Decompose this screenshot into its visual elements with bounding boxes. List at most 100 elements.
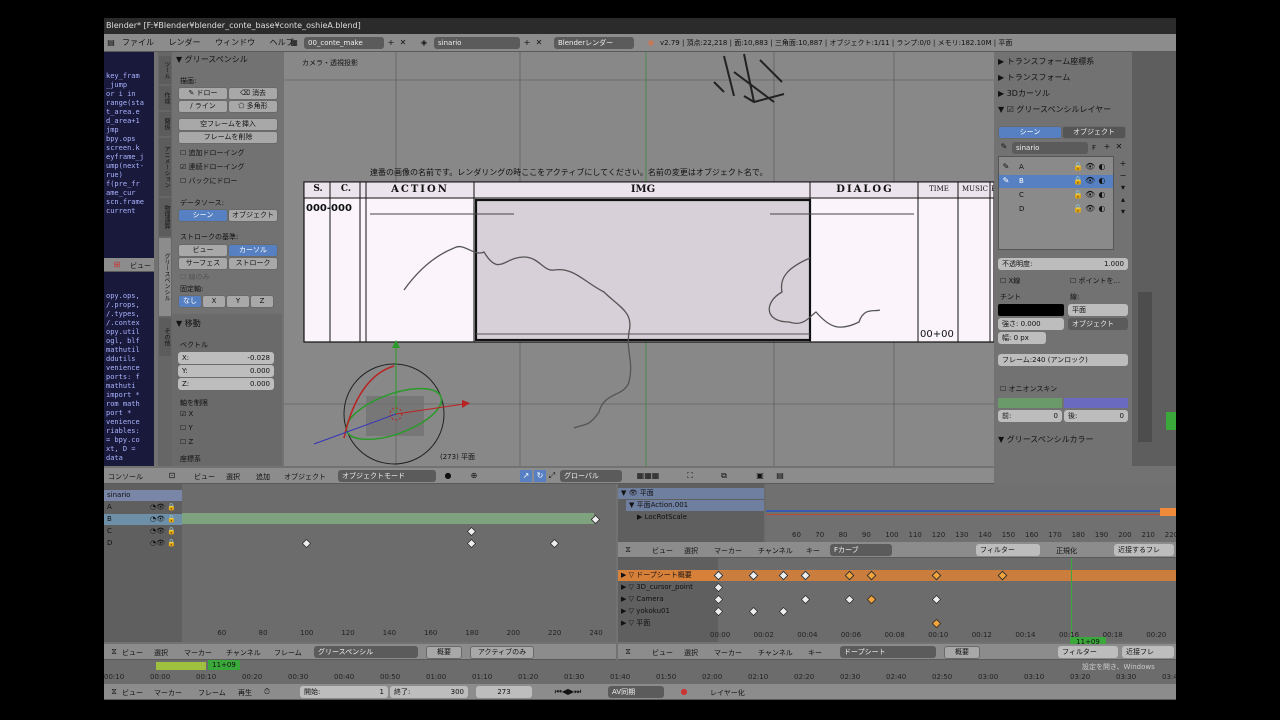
tint-strength-field[interactable]: 強さ: 0.000 bbox=[998, 318, 1064, 330]
timeline-current-badge[interactable]: 11+09 bbox=[208, 660, 240, 670]
console-tab[interactable]: コンソール bbox=[108, 472, 143, 482]
menu-render[interactable]: レンダー bbox=[163, 36, 207, 50]
gp-menu-view[interactable]: ビュー bbox=[122, 648, 143, 658]
graph-channel-locrot[interactable]: ▶ LocRotScale bbox=[634, 512, 764, 523]
gp-menu-marker[interactable]: マーカー bbox=[184, 648, 212, 658]
placement-surface-button[interactable]: サーフェス bbox=[178, 257, 228, 270]
gp-dopesheet-editor-icon[interactable]: ⧖ bbox=[108, 646, 120, 658]
transform-coords-header[interactable]: ▶ トランスフォーム座標系 bbox=[998, 56, 1094, 67]
render-preview-icon[interactable]: ▣ bbox=[754, 470, 766, 482]
graph-channel-action[interactable]: ▼ 平面Action.001 bbox=[626, 500, 764, 511]
gp-keyframe[interactable] bbox=[466, 526, 477, 537]
console-editor-icon[interactable]: ⊞ bbox=[112, 259, 122, 271]
layer-down-icon[interactable]: ▾ bbox=[1118, 206, 1128, 218]
toolshelf-tab[interactable]: グリースペンシル bbox=[159, 238, 171, 316]
dope-snap-select[interactable]: 近接フレ bbox=[1122, 646, 1174, 658]
continuous-drawing-checkbox[interactable]: ☑ 連続ドローイング bbox=[180, 162, 245, 172]
render-engine-select[interactable]: Blenderレンダー bbox=[554, 37, 634, 49]
gp-dopesheet[interactable]: sinario A ◔👁 🔒 B ◔👁 🔒 C ◔👁 🔒 D ◔👁 🔒 60 80 100 120 1… bbox=[104, 484, 616, 642]
timeline-menu-view[interactable]: ビュー bbox=[122, 688, 143, 698]
dopesheet-editor-icon[interactable]: ⧖ bbox=[622, 646, 634, 658]
add-scene-icon[interactable]: + bbox=[522, 37, 532, 49]
layer-onion-icon[interactable]: ◐ bbox=[1097, 175, 1107, 187]
placement-cursor-button[interactable]: カーソル bbox=[228, 244, 278, 257]
dope-menu-key[interactable]: キー bbox=[808, 648, 822, 658]
axis-y-button[interactable]: Y bbox=[226, 295, 250, 308]
lock-camera-icon[interactable]: ⛶ bbox=[684, 470, 696, 482]
viewport-menu-select[interactable]: 選択 bbox=[226, 472, 240, 482]
gp-dopesheet-mode-select[interactable]: グリースペンシル bbox=[314, 646, 418, 658]
gp-keyframe[interactable] bbox=[549, 538, 560, 549]
dope-keyframe[interactable] bbox=[931, 618, 942, 629]
layer-up-icon[interactable]: ▴ bbox=[1118, 194, 1128, 206]
vector-x-field[interactable]: X: -0.028 bbox=[178, 352, 274, 364]
console-header-view[interactable]: ビュー bbox=[130, 261, 151, 271]
graph-menu-marker[interactable]: マーカー bbox=[714, 546, 742, 556]
transform-header[interactable]: ▶ トランスフォーム bbox=[998, 72, 1070, 83]
graph-channel-plane[interactable]: ▼ 👁 平面 bbox=[618, 488, 764, 499]
remove-screen-icon[interactable]: ✕ bbox=[398, 37, 408, 49]
playback-controls-icon[interactable]: ⏮◀▶⏭ bbox=[536, 686, 600, 698]
gp-channel-row[interactable]: D ◔👁 🔒 bbox=[104, 538, 182, 549]
gp-only-active-toggle[interactable]: アクティブのみ bbox=[470, 646, 534, 659]
layer-onion-icon[interactable]: ◐ bbox=[1097, 203, 1107, 215]
viewport-menu-view[interactable]: ビュー bbox=[194, 472, 215, 482]
dope-keyframe[interactable] bbox=[800, 594, 811, 605]
viewport-menu-object[interactable]: オブジェクト bbox=[284, 472, 326, 482]
datasource-scene-button[interactable]: シーン bbox=[178, 209, 228, 222]
layer-lock-icon[interactable]: 🔒 bbox=[1073, 161, 1083, 173]
parent-plane-field[interactable]: 平面 bbox=[1068, 304, 1128, 316]
graph-normalize[interactable]: 正規化 bbox=[1056, 546, 1077, 556]
side-scroll-region[interactable] bbox=[1138, 292, 1152, 442]
layer-onion-icon[interactable]: ◐ bbox=[1097, 161, 1107, 173]
graph-menu-channel[interactable]: チャンネル bbox=[758, 546, 793, 556]
tint-color-swatch[interactable] bbox=[998, 304, 1064, 316]
rotate-manipulator-icon[interactable]: ↻ bbox=[534, 470, 546, 482]
gp-scene-tab[interactable]: シーン bbox=[998, 126, 1062, 139]
frame-end-field[interactable]: 終了: 300 bbox=[390, 686, 468, 698]
render-anim-icon[interactable]: ▤ bbox=[774, 470, 786, 482]
back-draw-checkbox[interactable]: ☐ バックにドロー bbox=[180, 176, 238, 186]
graph-menu-key[interactable]: キー bbox=[806, 546, 820, 556]
cursor3d-header[interactable]: ▶ 3Dカーソル bbox=[998, 88, 1050, 99]
graph-filter-field[interactable]: フィルター bbox=[976, 544, 1040, 556]
layer-menu-icon[interactable]: ▾ bbox=[1118, 182, 1128, 194]
scale-manipulator-icon[interactable]: ⤢ bbox=[546, 470, 558, 482]
toolshelf-tab[interactable]: 物理演算 bbox=[159, 198, 171, 236]
xray-checkbox[interactable]: ☐ X線 bbox=[1000, 276, 1020, 286]
current-frame-field[interactable]: 273 bbox=[476, 686, 532, 698]
layer-visibility-icon[interactable]: 👁 bbox=[1085, 161, 1095, 173]
layer-visibility-icon[interactable]: 👁 bbox=[1085, 203, 1095, 215]
gp-summary-toggle[interactable]: 概要 bbox=[426, 646, 462, 659]
snap-icon[interactable]: ⧉ bbox=[718, 470, 730, 482]
viewport-editor-icon[interactable]: ⊡ bbox=[166, 470, 178, 482]
layer-visibility-icon[interactable]: 👁 bbox=[1085, 175, 1095, 187]
graph-editor-icon[interactable]: ⧖ bbox=[622, 544, 634, 556]
dope-keyframe[interactable] bbox=[778, 606, 789, 617]
dope-menu-marker[interactable]: マーカー bbox=[714, 648, 742, 658]
timeline-menu-marker[interactable]: マーカー bbox=[154, 688, 182, 698]
layer-lock-icon[interactable]: 🔒 bbox=[1073, 203, 1083, 215]
dope-channel-row[interactable]: ▶ ▽ yokoku01 bbox=[618, 606, 718, 617]
mode-select[interactable]: オブジェクトモード bbox=[338, 470, 436, 482]
draw-button[interactable]: ✎ ドロー bbox=[178, 87, 228, 100]
layer-lock-icon[interactable]: 🔒 bbox=[1073, 189, 1083, 201]
gp-channel-row[interactable]: C ◔👁 🔒 bbox=[104, 526, 182, 537]
gp-layers-header[interactable]: ▼ ☑ グリースペンシルレイヤー bbox=[998, 104, 1111, 115]
gp-menu-frame[interactable]: フレーム bbox=[274, 648, 302, 658]
vector-y-field[interactable]: Y: 0.000 bbox=[178, 365, 274, 377]
gp-unlink-icon[interactable]: ✕ bbox=[1114, 141, 1124, 153]
gp-colors-header[interactable]: ▼ グリースペンシルカラー bbox=[998, 434, 1094, 445]
dope-menu-channel[interactable]: チャンネル bbox=[758, 648, 793, 658]
editor-type-icon[interactable]: ▤ bbox=[106, 37, 116, 49]
gp-channel-row[interactable]: B ◔👁 🔒 bbox=[104, 514, 182, 525]
graph-menu-view[interactable]: ビュー bbox=[652, 546, 673, 556]
remove-scene-icon[interactable]: ✕ bbox=[534, 37, 544, 49]
gp-channel-row[interactable]: A ◔👁 🔒 bbox=[104, 502, 182, 513]
layer-add-icon[interactable]: + bbox=[1118, 158, 1128, 170]
dope-filter-field[interactable]: フィルター bbox=[1058, 646, 1118, 658]
layer-lock-icon[interactable]: 🔒 bbox=[1073, 175, 1083, 187]
axis-none-button[interactable]: なし bbox=[178, 295, 202, 308]
python-console-top[interactable]: key_fram _jump or i in range(sta t_area.e d_a… bbox=[104, 52, 154, 258]
screen-layout-field[interactable]: 00_conte_make bbox=[304, 37, 384, 49]
